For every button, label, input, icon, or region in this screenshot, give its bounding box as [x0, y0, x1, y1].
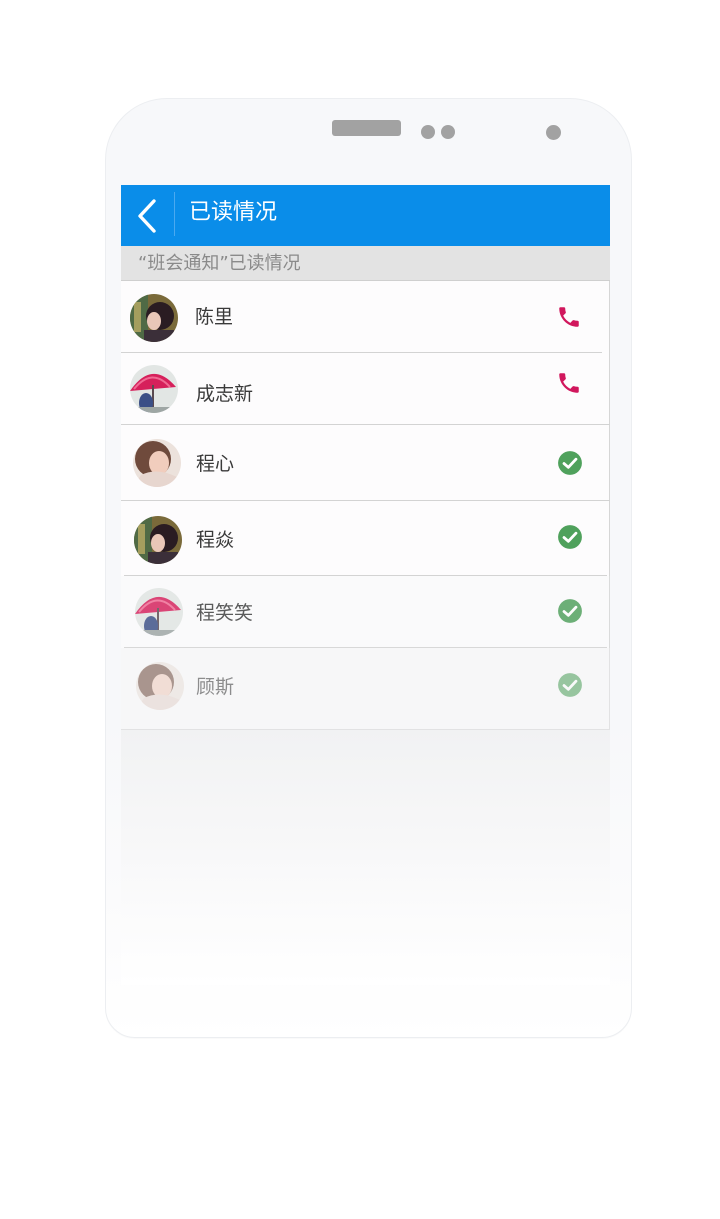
list-item[interactable]: 陈里	[121, 281, 610, 353]
read-indicator	[557, 450, 583, 476]
member-name: 程笑笑	[196, 602, 254, 624]
read-indicator	[557, 524, 583, 550]
member-name: 顾斯	[196, 676, 235, 698]
list-item[interactable]: 程心	[121, 425, 610, 501]
read-indicator	[557, 598, 583, 624]
sensor-dot	[421, 125, 435, 139]
avatar[interactable]	[135, 588, 183, 636]
member-name: 陈里	[195, 306, 234, 328]
call-button[interactable]	[556, 304, 582, 330]
page-title: 已读情况	[189, 200, 278, 225]
member-name: 成志新	[196, 383, 254, 405]
check-circle-icon	[558, 673, 582, 697]
phone-screen: 已读情况 “班会通知”已读情况 陈里 成志新 程心 程焱 程笑笑 顾斯	[121, 185, 610, 985]
read-indicator	[557, 672, 583, 698]
appbar-divider	[174, 192, 175, 236]
list-item[interactable]: 程焱	[121, 501, 610, 576]
back-button[interactable]	[133, 197, 163, 235]
check-circle-icon	[558, 451, 582, 475]
avatar[interactable]	[130, 294, 178, 342]
sensor-dot	[441, 125, 455, 139]
avatar[interactable]	[130, 365, 178, 413]
app-bar: 已读情况	[121, 185, 610, 246]
avatar[interactable]	[134, 516, 182, 564]
check-circle-icon	[558, 599, 582, 623]
chevron-left-icon	[138, 199, 156, 233]
avatar[interactable]	[133, 439, 181, 487]
member-name: 程心	[196, 453, 235, 475]
avatar[interactable]	[136, 662, 184, 710]
phone-icon	[559, 307, 579, 327]
notice-read-status-header: “班会通知”已读情况	[121, 246, 610, 281]
list-item[interactable]: 程笑笑	[121, 576, 610, 648]
list-item[interactable]: 成志新	[121, 353, 610, 425]
call-button[interactable]	[556, 370, 582, 396]
member-name: 程焱	[196, 529, 235, 551]
speaker-grille	[332, 120, 401, 136]
front-camera	[546, 125, 561, 140]
check-circle-icon	[558, 525, 582, 549]
phone-icon	[559, 373, 579, 393]
list-item[interactable]: 顾斯	[121, 648, 610, 730]
